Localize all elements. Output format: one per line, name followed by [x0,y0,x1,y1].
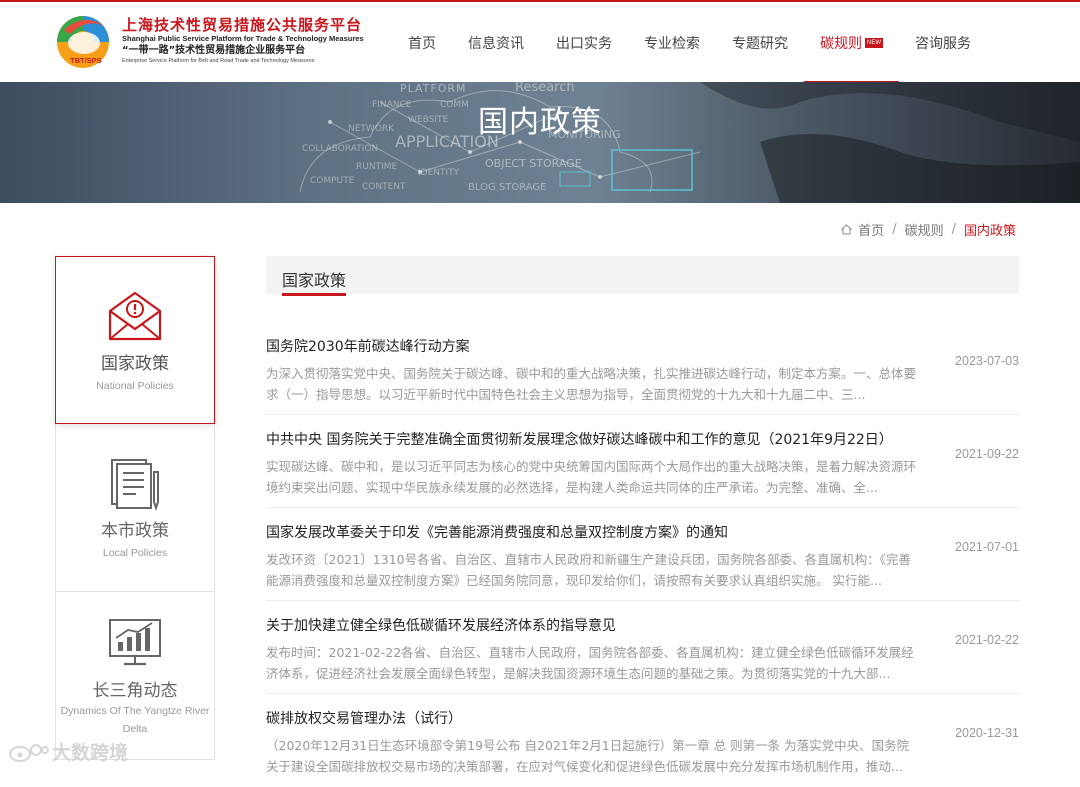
article-title[interactable]: 国家发展改革委关于印发《完善能源消费强度和总量双控制度方案》的通知 [266,522,728,542]
list-item[interactable]: 国务院2030年前碳达峰行动方案 为深入贯彻落实党中央、国务院关于碳达峰、碳中和… [266,322,1019,415]
article-list: 国务院2030年前碳达峰行动方案 为深入贯彻落实党中央、国务院关于碳达峰、碳中和… [266,322,1019,787]
nav-item-search[interactable]: 专业检索 [628,2,716,84]
banner-word: COLLABORATION [302,144,379,154]
article-summary: 实现碳达峰、碳中和，是以习近平同志为核心的党中央统筹国内国际两个大局作出的重大战… [266,459,917,495]
nav-item-label: 专题研究 [732,36,788,52]
nav-item-label: 专业检索 [644,36,700,52]
nav-item-home[interactable]: 首页 [392,2,452,84]
envelope-alert-icon [108,291,162,341]
sidebar-item-label-en: Local Policies [102,547,168,559]
nav-item-label: 首页 [408,36,436,52]
article-title[interactable]: 中共中央 国务院关于完整准确全面贯彻新发展理念做好碳达峰碳中和工作的意见（202… [266,429,893,449]
banner-word: PLATFORM [400,82,467,95]
banner-word: RUNTIME [356,162,398,172]
page-title: 国内政策 [478,105,602,140]
sidebar-item-label-en: National Policies [96,380,174,392]
logo-title-cn: 上海技术性贸易措施公共服务平台 [122,16,363,34]
list-item[interactable]: 国家发展改革委关于印发《完善能源消费强度和总量双控制度方案》的通知 发改环资〔2… [266,508,1019,601]
page-banner: PLATFORM Research FINANCE COMM WEBSITE N… [0,82,1080,203]
logo-subtitle-cn: “一带一路”技术性贸易措施企业服务平台 [122,45,306,56]
document-stack-icon [111,459,159,512]
watermark-text: 大数跨境 [52,742,129,764]
breadcrumb-separator: / [951,222,956,237]
article-title[interactable]: 碳排放权交易管理办法（试行） [266,708,462,728]
banner-word: CONTENT [362,182,406,192]
sidebar-item-label: 国家政策 [101,354,169,374]
banner-word: OBJECT STORAGE [485,157,582,170]
banner-word: BLOG STORAGE [468,182,547,193]
nav-item-carbon-rules[interactable]: 碳规则 NEW [804,2,899,84]
site-logo[interactable]: TBT/SPS 上海技术性贸易措施公共服务平台 Shanghai Public … [54,14,384,72]
sidebar-item-local-policies[interactable]: 本市政策 Local Policies [55,424,215,592]
article-summary: 为深入贯彻落实党中央、国务院关于碳达峰、碳中和的重大战略决策，扎实推进碳达峰行动… [266,366,917,402]
article-date: 2023-07-03 [955,354,1019,368]
list-item[interactable]: 碳排放权交易管理办法（试行） （2020年12月31日生态环境部令第19号公布 … [266,694,1019,787]
article-date: 2021-02-22 [955,633,1019,647]
list-item[interactable]: 关于加快建立健全绿色低碳循环发展经济体系的指导意见 发布时间：2021-02-2… [266,601,1019,694]
article-date: 2020-12-31 [955,726,1019,740]
breadcrumb: 首页 / 碳规则 / 国内政策 [840,220,1018,239]
section-title: 国家政策 [282,272,347,296]
nav-item-label: 碳规则 [820,36,862,52]
article-date: 2021-07-01 [955,540,1019,554]
banner-word: COMPUTE [310,176,355,186]
article-title[interactable]: 国务院2030年前碳达峰行动方案 [266,336,470,356]
watermark: 大数跨境 [8,738,128,765]
main-nav: 首页 信息资讯 出口实务 专业检索 专题研究 碳规则 NEW 咨询服务 [392,2,987,84]
sidebar: 国家政策 National Policies 本市政策 Local Polici… [55,256,215,760]
weibo-icon [9,743,49,762]
banner-word: Research [515,82,575,95]
breadcrumb-current: 国内政策 [963,224,1016,239]
logo-badge-text: TBT/SPS [70,56,102,65]
article-summary: 发布时间：2021-02-22各省、自治区、直辖市人民政府，国务院各部委、各直属… [266,645,914,681]
sidebar-item-national-policies[interactable]: 国家政策 National Policies [55,256,215,424]
nav-item-research[interactable]: 专题研究 [716,2,804,84]
sidebar-item-yangtze-delta[interactable]: 长三角动态 Dynamics Of The Yangtze River Delt… [55,592,215,760]
monitor-chart-icon [109,619,161,666]
sidebar-item-label-en: Dynamics Of The Yangtze River Delta [60,705,210,735]
nav-item-label: 咨询服务 [915,36,971,52]
breadcrumb-home[interactable]: 首页 [858,220,884,239]
list-item[interactable]: 中共中央 国务院关于完整准确全面贯彻新发展理念做好碳达峰碳中和工作的意见（202… [266,415,1019,508]
site-header: TBT/SPS 上海技术性贸易措施公共服务平台 Shanghai Public … [0,0,1080,84]
breadcrumb-carbon-rules[interactable]: 碳规则 [905,220,944,239]
nav-item-news[interactable]: 信息资讯 [452,2,540,84]
sidebar-item-label: 长三角动态 [92,681,178,701]
logo-subtitle-en: Enterprise Service Platform for Belt and… [122,58,315,64]
nav-item-consulting[interactable]: 咨询服务 [899,2,987,84]
section-header: 国家政策 [266,256,1019,296]
logo-title-en: Shanghai Public Service Platform for Tra… [122,34,364,43]
home-icon [841,224,853,235]
nav-item-label: 信息资讯 [468,36,524,52]
article-date: 2021-09-22 [955,447,1019,461]
breadcrumb-separator: / [892,222,897,237]
article-summary: 发改环资〔2021〕1310号各省、自治区、直辖市人民政府和新疆生产建设兵团，国… [266,552,911,588]
nav-item-label: 出口实务 [556,36,612,52]
sidebar-item-label: 本市政策 [101,521,169,541]
article-summary: （2020年12月31日生态环境部令第19号公布 自2021年2月1日起施行）第… [266,738,910,774]
nav-item-export[interactable]: 出口实务 [540,2,628,84]
article-title[interactable]: 关于加快建立健全绿色低碳循环发展经济体系的指导意见 [266,615,616,635]
banner-word: IDENTITY [418,168,460,178]
new-badge: NEW [865,38,883,48]
